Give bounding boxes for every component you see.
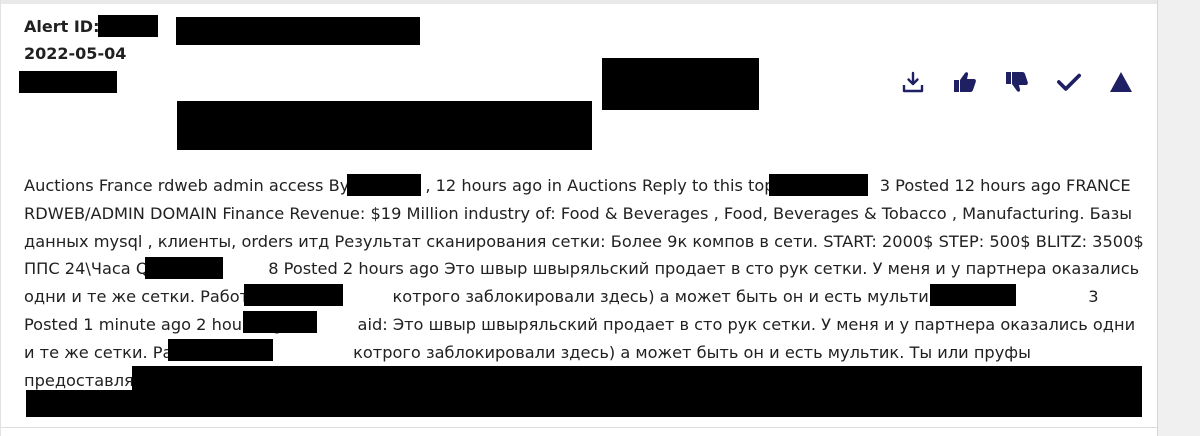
alert-actions [901,68,1133,96]
check-icon [1057,73,1081,91]
collapse-button[interactable] [1109,70,1133,94]
redacted-reference-2 [168,339,273,361]
thumbs-up-button[interactable] [953,70,977,94]
alert-id-label: Alert ID: [24,17,100,36]
redacted-topic [769,174,868,196]
redacted-subject [177,101,592,150]
thumbs-up-icon [954,72,976,92]
alert-card: Alert ID: 2022-05-04 Auctions France rdw… [0,0,1158,436]
redacted-username [243,311,317,333]
redacted-alert-id [98,15,158,37]
card-top-border [1,0,1157,4]
redacted-content-2 [26,390,1142,417]
redacted-content [132,366,1142,390]
thumbs-down-icon [1006,72,1028,92]
download-button[interactable] [901,70,925,94]
card-bottom-border [1,427,1157,428]
redacted-tag [602,58,759,110]
redacted-quote-author [145,257,223,279]
redacted-reference [244,284,343,306]
post-text: , 12 hours ago in Auctions Reply to this… [425,176,775,195]
triangle-up-icon [1110,72,1132,92]
thumbs-down-button[interactable] [1005,70,1029,94]
download-icon [902,71,924,93]
redacted-alert-title [176,17,420,45]
post-text: Auctions France rdweb admin access By [24,176,350,195]
redacted-source [19,71,117,93]
post-text: котрого заблокировали здесь) а может быт… [392,287,999,307]
redacted-quote-author-2 [930,284,1016,306]
mark-reviewed-button[interactable] [1057,70,1081,94]
redacted-author [347,174,421,196]
alert-date: 2022-05-04 [24,44,127,63]
